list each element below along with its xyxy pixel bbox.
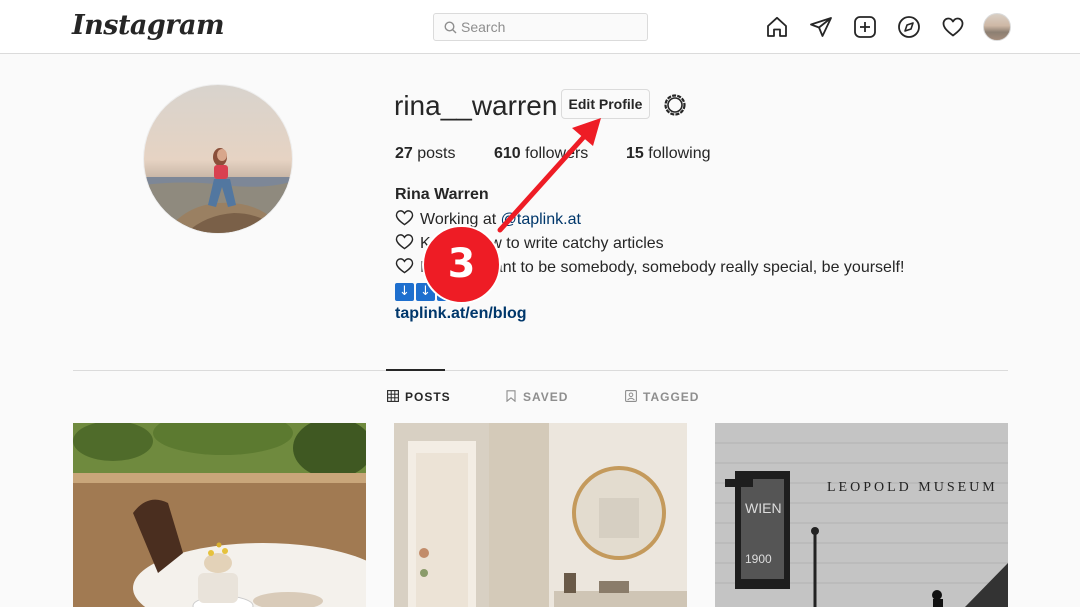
banner-year: 1900 bbox=[745, 552, 772, 566]
heart-outline-icon bbox=[395, 210, 414, 226]
post-thumbnail-cafe[interactable] bbox=[73, 423, 366, 607]
grid-icon bbox=[387, 390, 399, 402]
edit-profile-button[interactable]: Edit Profile bbox=[561, 89, 650, 119]
post-thumbnail-leopold-museum[interactable]: LEOPOLD MUSEUM WIEN 1900 bbox=[715, 423, 1008, 607]
post-image bbox=[394, 423, 687, 607]
posts-count[interactable]: 27 posts bbox=[395, 145, 456, 163]
profile-avatar-small[interactable] bbox=[983, 13, 1011, 41]
instagram-logo[interactable]: Instagram bbox=[72, 10, 225, 41]
top-navigation-bar: Instagram bbox=[0, 0, 1080, 54]
post-thumbnail-interior[interactable] bbox=[394, 423, 687, 607]
active-tab-indicator bbox=[386, 369, 445, 371]
new-post-icon[interactable] bbox=[853, 15, 877, 39]
following-count[interactable]: 15 following bbox=[626, 145, 711, 163]
down-arrow-emoji-icon: ↓ bbox=[395, 283, 414, 301]
tab-posts[interactable]: POSTS bbox=[387, 390, 451, 404]
taplink-mention-link[interactable]: @taplink.at bbox=[501, 211, 581, 228]
bookmark-icon bbox=[506, 390, 516, 403]
search-input[interactable] bbox=[461, 17, 641, 37]
followers-count[interactable]: 610 followers bbox=[494, 145, 588, 163]
heart-outline-icon bbox=[395, 234, 414, 250]
tabs-divider bbox=[73, 370, 1008, 371]
home-icon[interactable] bbox=[765, 15, 789, 39]
post-image bbox=[73, 423, 366, 607]
profile-website-link[interactable]: taplink.at/en/blog bbox=[395, 305, 527, 323]
tab-tagged[interactable]: TAGGED bbox=[625, 390, 699, 404]
bio-line: Working at @taplink.at bbox=[395, 209, 581, 229]
settings-gear-icon[interactable] bbox=[662, 92, 688, 118]
tagged-icon bbox=[625, 390, 637, 402]
activity-heart-icon[interactable] bbox=[941, 15, 965, 39]
tab-saved[interactable]: SAVED bbox=[505, 390, 568, 404]
heart-outline-icon bbox=[395, 258, 414, 274]
search-box[interactable] bbox=[433, 13, 648, 41]
direct-message-icon[interactable] bbox=[809, 15, 833, 39]
profile-photo bbox=[144, 85, 292, 233]
banner-text: WIEN bbox=[745, 500, 782, 516]
profile-username: rina__warren bbox=[394, 90, 558, 121]
museum-sign-text: LEOPOLD MUSEUM bbox=[827, 480, 998, 495]
post-image: LEOPOLD MUSEUM WIEN 1900 bbox=[715, 423, 1008, 607]
profile-avatar[interactable] bbox=[143, 84, 293, 234]
step-number-badge: 3 bbox=[422, 225, 501, 304]
profile-full-name: Rina Warren bbox=[395, 186, 489, 203]
explore-compass-icon[interactable] bbox=[897, 15, 921, 39]
search-icon bbox=[444, 21, 457, 34]
